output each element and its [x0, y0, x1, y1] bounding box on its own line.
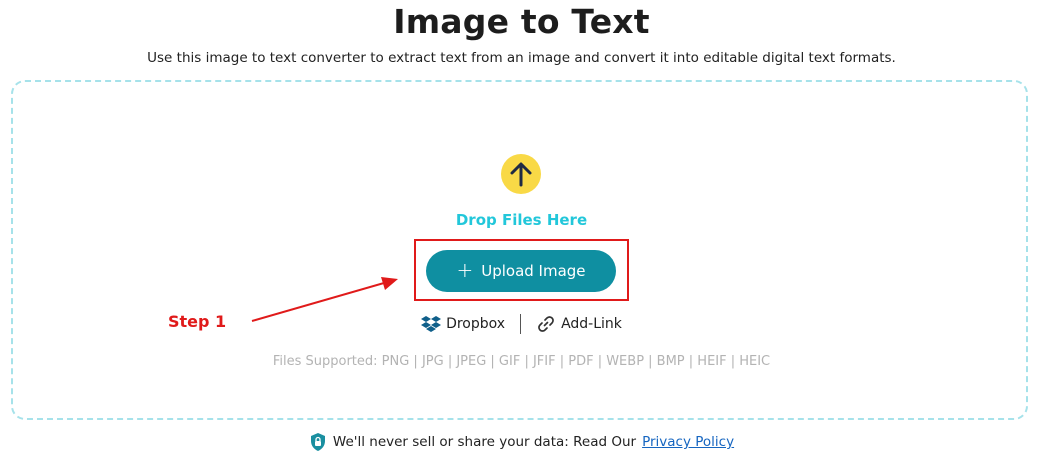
add-link-button[interactable]: Add-Link — [536, 314, 622, 334]
upload-arrow-icon[interactable] — [501, 154, 541, 194]
plus-icon: + — [456, 258, 474, 282]
drop-files-label: Drop Files Here — [455, 211, 588, 229]
add-link-label: Add-Link — [561, 316, 622, 332]
shield-lock-icon — [310, 433, 325, 451]
upload-sources: Dropbox Add-Link — [0, 314, 1043, 334]
source-divider — [520, 314, 522, 334]
page-title: Image to Text — [393, 2, 650, 41]
files-supported-text: Files Supported: PNG | JPG | JPEG | GIF … — [272, 354, 771, 369]
dropbox-label: Dropbox — [446, 316, 506, 332]
privacy-policy-link[interactable]: Privacy Policy — [642, 434, 734, 450]
link-icon — [538, 316, 554, 332]
arrow-up-icon — [510, 162, 532, 187]
upload-image-button[interactable]: + Upload Image — [426, 250, 616, 292]
privacy-notice: We'll never sell or share your data: Rea… — [0, 432, 1043, 452]
dropbox-icon — [421, 316, 442, 332]
upload-image-label: Upload Image — [481, 262, 586, 280]
privacy-text: We'll never sell or share your data: Rea… — [332, 434, 637, 450]
page-subtitle: Use this image to text converter to extr… — [147, 50, 896, 66]
dropbox-link[interactable]: Dropbox — [421, 315, 505, 333]
